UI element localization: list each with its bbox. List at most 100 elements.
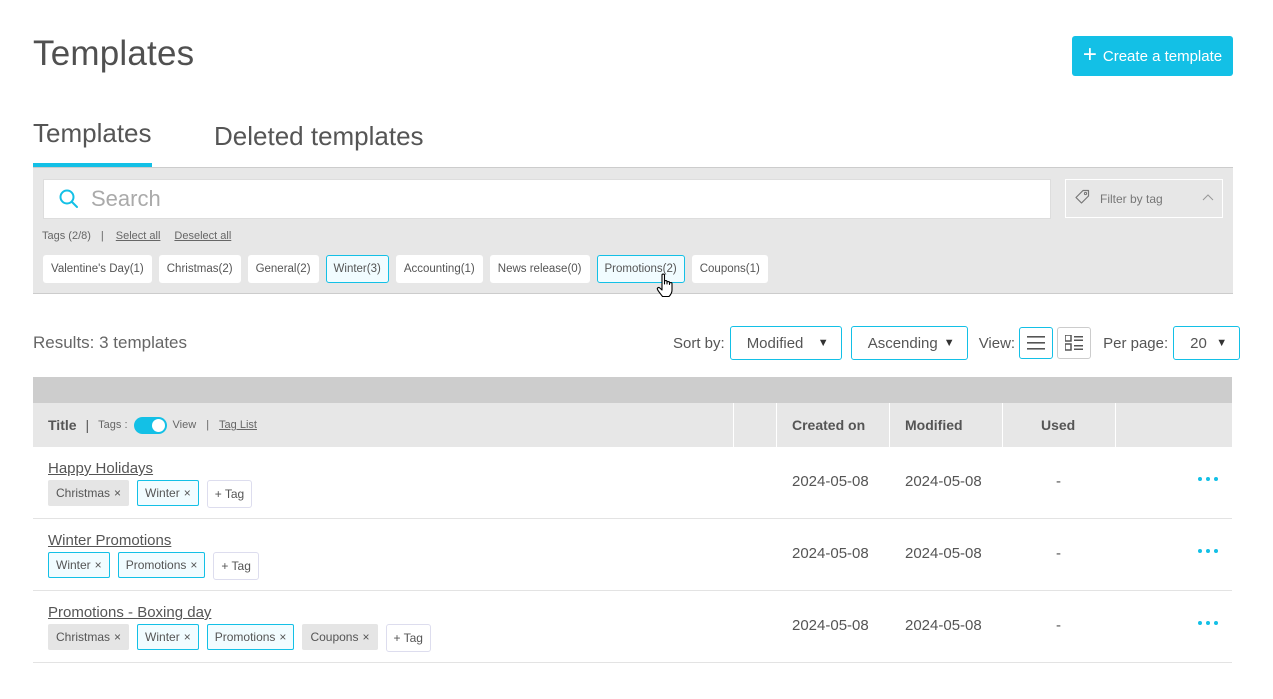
tags-count: Tags (2/8)	[42, 230, 91, 242]
row-tag-label: Christmas	[56, 486, 111, 500]
tag-chip-coupons[interactable]: Coupons(1)	[691, 255, 768, 283]
row-tag-label: Coupons	[310, 630, 359, 644]
row-tag-label: Winter	[145, 486, 180, 500]
tag-icon	[1074, 189, 1090, 208]
more-options-icon[interactable]	[1198, 617, 1218, 629]
caret-down-icon: ▼	[817, 337, 829, 349]
tab-deleted-templates[interactable]: Deleted templates	[214, 121, 424, 162]
list-view-button[interactable]	[1019, 327, 1054, 359]
per-page-value: 20	[1190, 334, 1207, 352]
per-page-select[interactable]: 20 ▼	[1173, 326, 1241, 360]
modified-cell: 2024-05-08	[905, 617, 982, 634]
row-tag: Winter ×	[137, 624, 199, 650]
template-title-link[interactable]: Winter Promotions	[48, 532, 171, 549]
table-header: Title | Tags : View | Tag List Created o…	[33, 403, 1232, 447]
column-divider	[733, 403, 734, 447]
sort-field-value: Modified	[746, 334, 804, 352]
tags-label: Tags :	[98, 419, 128, 431]
chevron-up-icon	[1202, 192, 1214, 207]
search-box	[43, 179, 1051, 219]
remove-tag-icon[interactable]: ×	[190, 558, 197, 572]
row-tag: Christmas ×	[48, 480, 130, 506]
remove-tag-icon[interactable]: ×	[362, 630, 369, 644]
page-title: Templates	[33, 34, 195, 73]
remove-tag-icon[interactable]: ×	[184, 630, 191, 644]
table-header-bar	[33, 377, 1232, 403]
tag-chip-christmas[interactable]: Christmas(2)	[158, 255, 241, 283]
row-tag-label: Winter	[56, 558, 91, 572]
used-cell: -	[1056, 545, 1061, 562]
sort-by-label: Sort by:	[673, 334, 725, 352]
created-on-cell: 2024-05-08	[792, 617, 869, 634]
sort-controls: Sort by: Modified ▼ Ascending ▼ View: Pe…	[673, 326, 1241, 360]
tag-chip-winter[interactable]: Winter(3)	[325, 255, 389, 283]
per-page-label: Per page:	[1103, 334, 1169, 352]
column-divider	[1115, 403, 1116, 447]
separator: |	[206, 419, 210, 431]
modified-cell: 2024-05-08	[905, 473, 982, 490]
row-tag-label: Promotions	[214, 630, 276, 644]
hand-cursor-icon	[656, 273, 676, 304]
toggle-knob	[151, 418, 165, 432]
modified-header[interactable]: Modified	[905, 403, 963, 447]
modified-cell: 2024-05-08	[905, 545, 982, 562]
column-divider	[889, 403, 890, 447]
remove-tag-icon[interactable]: ×	[279, 630, 286, 644]
add-tag-button[interactable]: + Tag	[385, 624, 431, 652]
filter-panel: Filter by tag Tags (2/8) | Select all De…	[33, 167, 1233, 294]
templates-table: Title | Tags : View | Tag List Created o…	[33, 377, 1232, 663]
sort-order-select[interactable]: Ascending ▼	[850, 326, 968, 360]
row-tag-label: Christmas	[56, 630, 111, 644]
caret-down-icon: ▼	[1216, 337, 1228, 349]
created-on-cell: 2024-05-08	[792, 473, 869, 490]
template-title-link[interactable]: Happy Holidays	[48, 460, 153, 477]
deselect-all-link[interactable]: Deselect all	[174, 230, 231, 242]
used-header[interactable]: Used	[1041, 403, 1075, 447]
remove-tag-icon[interactable]: ×	[184, 486, 191, 500]
tags-view-toggle[interactable]	[133, 416, 167, 434]
used-cell: -	[1056, 617, 1061, 634]
row-tag: Winter ×	[48, 552, 110, 578]
created-on-header[interactable]: Created on	[792, 403, 865, 447]
row-tag: Coupons ×	[302, 624, 378, 650]
add-tag-button[interactable]: + Tag	[206, 480, 253, 508]
select-all-link[interactable]: Select all	[116, 230, 161, 242]
caret-down-icon: ▼	[943, 337, 955, 349]
sort-order-value: Ascending	[867, 334, 938, 352]
created-on-cell: 2024-05-08	[792, 545, 869, 562]
view-toggle-label: View	[172, 419, 197, 431]
create-template-button[interactable]: + Create a template	[1072, 36, 1233, 76]
add-tag-button[interactable]: + Tag	[213, 552, 259, 580]
remove-tag-icon[interactable]: ×	[95, 558, 102, 572]
search-icon	[59, 189, 79, 209]
remove-tag-icon[interactable]: ×	[114, 486, 121, 500]
row-tag: Winter ×	[137, 480, 199, 506]
separator: |	[85, 417, 90, 433]
tags-summary: Tags (2/8) | Select all Deselect all	[42, 230, 245, 242]
filter-by-tag-label: Filter by tag	[1100, 191, 1163, 206]
grid-list-icon	[1065, 335, 1084, 351]
grid-view-button[interactable]	[1057, 327, 1092, 359]
create-template-label: Create a template	[1102, 47, 1223, 65]
tab-templates[interactable]: Templates	[33, 118, 152, 167]
row-tag: Christmas ×	[48, 624, 130, 650]
tag-list-link[interactable]: Tag List	[219, 419, 257, 431]
tag-chip-valentines-day[interactable]: Valentine's Day(1)	[43, 255, 152, 283]
view-label: View:	[978, 334, 1016, 352]
plus-icon: +	[1082, 41, 1097, 68]
sort-field-select[interactable]: Modified ▼	[729, 326, 842, 360]
more-options-icon[interactable]	[1198, 473, 1218, 485]
row-tags: Winter × Promotions × + Tag	[48, 552, 259, 580]
more-options-icon[interactable]	[1198, 545, 1218, 557]
search-input[interactable]	[91, 186, 991, 212]
title-header-label[interactable]: Title	[48, 417, 77, 433]
tag-chip-news-release[interactable]: News release(0)	[489, 255, 590, 283]
row-tag: Promotions ×	[117, 552, 206, 578]
filter-by-tag-dropdown[interactable]: Filter by tag	[1065, 179, 1223, 218]
used-cell: -	[1056, 473, 1061, 490]
tag-chip-accounting[interactable]: Accounting(1)	[395, 255, 483, 283]
title-column-header: Title | Tags : View | Tag List	[48, 403, 257, 447]
remove-tag-icon[interactable]: ×	[114, 630, 121, 644]
tag-chip-general[interactable]: General(2)	[247, 255, 319, 283]
template-title-link[interactable]: Promotions - Boxing day	[48, 604, 211, 621]
